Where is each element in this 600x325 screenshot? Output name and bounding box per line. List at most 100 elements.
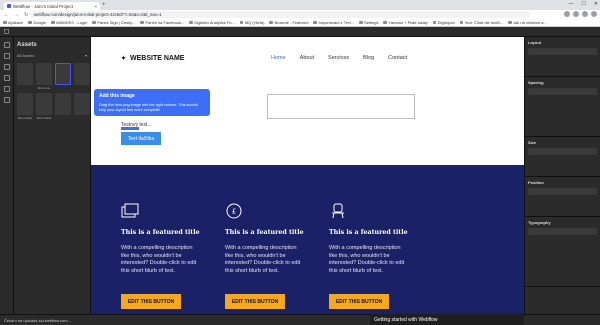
feature-button[interactable]: EDIT THIS BUTTON: [225, 294, 285, 309]
style-section[interactable]: Size: [525, 137, 600, 177]
feature-body[interactable]: With a compelling description like this,…: [121, 245, 201, 275]
image-placeholder[interactable]: [267, 94, 415, 119]
tooltip-body: Drag the hero.png image into the right c…: [99, 103, 198, 112]
onboarding-tooltip: Add this image Drag the hero.png image i…: [94, 89, 210, 116]
asset-thumbnail[interactable]: Skin-tone: [36, 63, 52, 90]
chair-icon: [329, 203, 347, 219]
pages-icon[interactable]: [3, 64, 10, 70]
feature-button[interactable]: EDIT THIS BUTTON: [121, 294, 181, 309]
minimize-icon[interactable]: —: [568, 1, 573, 7]
browser-tab[interactable]: Webflow - Jaro's Initial Project ×: [4, 2, 100, 10]
asset-thumbnail[interactable]: Skin-Cable: [36, 93, 52, 120]
feature-card: £ This is a featured title With a compelli…: [225, 203, 305, 309]
close-window-icon[interactable]: ✕: [594, 1, 598, 7]
feature-body[interactable]: With a compelling description like this,…: [329, 245, 409, 275]
bookmark-item[interactable]: Pánek Sign | Český...: [92, 20, 135, 25]
forward-icon[interactable]: →: [14, 12, 19, 18]
webflow-topbar: [0, 27, 600, 37]
bookmark-icon: [383, 20, 387, 25]
feature-body[interactable]: With a compelling description like this,…: [225, 245, 305, 275]
features-section: This is a featured title With a compellin…: [91, 165, 524, 314]
reload-icon[interactable]: ↻: [24, 12, 28, 18]
feature-card: This is a featured title With a compellin…: [121, 203, 201, 309]
svg-text:£: £: [232, 208, 236, 216]
add-panel-icon[interactable]: [3, 42, 10, 48]
bookmark-item[interactable]: Více Číhat dle bodů...: [459, 20, 503, 25]
bookmark-item[interactable]: Aplikace: [3, 20, 23, 25]
bookmark-item[interactable]: Yamoan + Plate udaty: [383, 20, 428, 25]
assets-filter[interactable]: All Assets ▾: [14, 51, 90, 60]
assets-panel: Assets All Assets ▾ Skin-tone Skin-Cable Sk…: [14, 37, 91, 314]
assets-icon[interactable]: [3, 97, 10, 103]
extension-icon[interactable]: [564, 11, 570, 17]
window-controls: — ☐ ✕: [568, 1, 598, 7]
left-toolbar: [0, 37, 14, 314]
bookmark-item[interactable]: Google: [28, 20, 46, 25]
bookmark-icon: [3, 20, 7, 25]
feature-title[interactable]: This is a featured title: [121, 229, 201, 236]
bookmark-item[interactable]: MQ (Hlefa): [239, 20, 264, 25]
site-navbar: ✦ WEBSITE NAME Home About Services Blog Conta…: [91, 47, 524, 69]
feature-card: This is a featured title With a compellin…: [329, 203, 409, 309]
bookmark-icon: [140, 20, 144, 25]
nav-link[interactable]: About: [300, 55, 314, 61]
nav-link[interactable]: Services: [328, 55, 349, 61]
nav-link[interactable]: Blog: [363, 55, 374, 61]
logo-mark-icon: ✦: [121, 55, 127, 62]
bookmark-item[interactable]: Digitopod: [432, 20, 455, 25]
bookmark-icon: [239, 20, 244, 25]
asset-thumbnail[interactable]: [74, 93, 90, 120]
asset-thumbnail[interactable]: [74, 63, 90, 90]
profile-avatar[interactable]: [582, 11, 588, 17]
menu-icon[interactable]: [591, 11, 597, 17]
new-tab-icon[interactable]: +: [102, 2, 106, 8]
webflow-menu-icon[interactable]: [4, 29, 9, 34]
extensions: [564, 11, 597, 17]
bookmark-icon: [359, 20, 363, 25]
bookmark-item[interactable]: Digitální Analytics Fo...: [189, 20, 235, 25]
style-panel: Layout Spacing Size Position Typography: [524, 37, 600, 314]
bookmark-item[interactable]: Brownie - Featured: [269, 20, 308, 25]
bookmark-item[interactable]: Pánek na Facebook...: [140, 20, 184, 25]
tooltip-title: Add this image: [99, 93, 135, 99]
style-section[interactable]: Spacing: [525, 77, 600, 137]
site-logo[interactable]: ✦ WEBSITE NAME: [121, 55, 184, 62]
address-bar[interactable]: webflow.com/design/jaros-initial-project…: [30, 11, 530, 18]
bookmark-item[interactable]: Jak na reklamu a...: [508, 20, 547, 25]
bookmarks-bar: Aplikace Google WAWKES - Login Pánek Sign |…: [0, 19, 600, 27]
asset-thumbnail[interactable]: Skin-Cable: [17, 93, 33, 120]
ecommerce-icon[interactable]: [3, 86, 10, 92]
feature-title[interactable]: This is a featured title: [225, 229, 305, 236]
extension-icon[interactable]: [573, 11, 579, 17]
site-nav-links: Home About Services Blog Contact: [271, 55, 407, 61]
close-tab-icon[interactable]: ×: [94, 4, 97, 9]
bookmark-item[interactable]: Importování z Tref...: [313, 20, 354, 25]
cms-icon[interactable]: [3, 75, 10, 81]
getting-started-banner[interactable]: Getting started with Webflow: [370, 314, 524, 325]
chevron-down-icon: ▾: [84, 53, 87, 58]
test-button[interactable]: Text tlačítka: [121, 132, 161, 145]
bookmark-item[interactable]: Settings: [359, 20, 378, 25]
bookmark-icon: [432, 20, 437, 25]
assets-grid: Skin-tone Skin-Cable Skin-Cable: [14, 60, 90, 123]
browser-tabbar: Webflow - Jaro's Initial Project × + — ☐…: [0, 0, 600, 10]
assets-title: Assets: [17, 42, 37, 48]
bookmark-icon: [313, 20, 317, 25]
feature-title[interactable]: This is a featured title: [329, 229, 409, 236]
asset-thumbnail[interactable]: [55, 93, 71, 120]
feature-button[interactable]: EDIT THIS BUTTON: [329, 294, 389, 309]
back-icon[interactable]: ←: [4, 12, 9, 18]
bookmark-item[interactable]: WAWKES - Login: [51, 20, 87, 25]
asset-thumbnail[interactable]: [55, 63, 71, 90]
bookmark-icon: [92, 20, 96, 25]
selected-element-badge: [121, 127, 139, 130]
maximize-icon[interactable]: ☐: [581, 1, 585, 7]
style-section[interactable]: Layout: [525, 37, 600, 77]
style-section[interactable]: Position: [525, 177, 600, 217]
nav-link[interactable]: Contact: [388, 55, 407, 61]
navigator-icon[interactable]: [3, 53, 10, 59]
bookmark-icon: [189, 20, 193, 25]
style-section[interactable]: Typography: [525, 217, 600, 287]
asset-thumbnail[interactable]: [17, 63, 33, 90]
nav-link[interactable]: Home: [271, 55, 286, 61]
